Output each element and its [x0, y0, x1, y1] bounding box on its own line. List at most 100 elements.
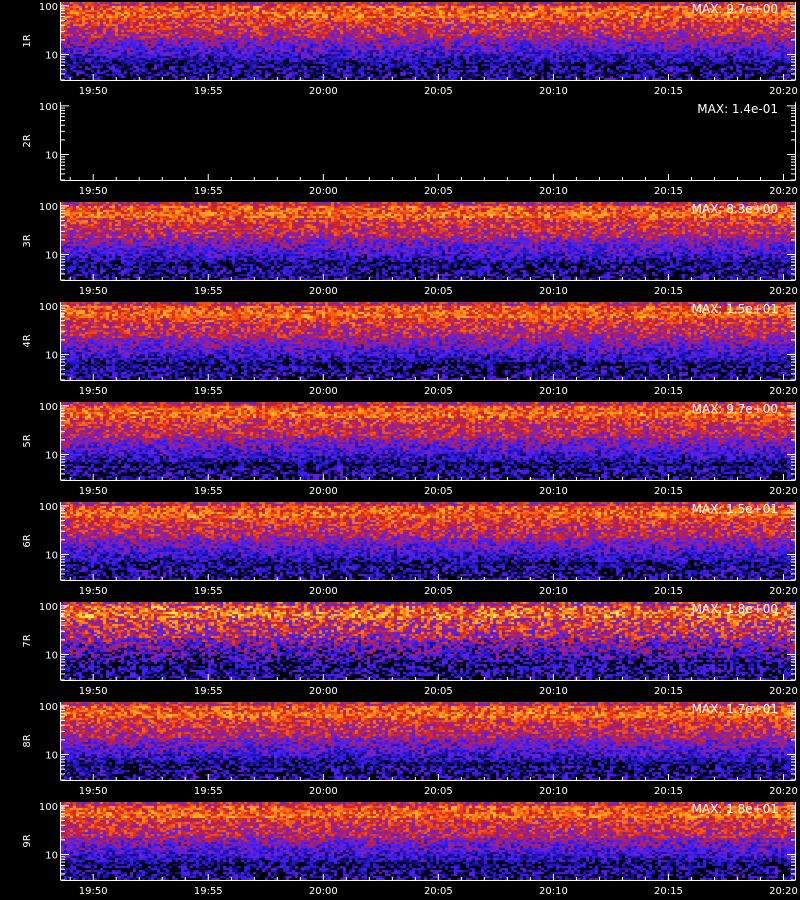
y-tick-label: 100	[39, 602, 58, 613]
x-tick-label: 20:10	[539, 786, 568, 797]
x-tick-label: 20:10	[539, 186, 568, 197]
x-tick-label: 20:05	[424, 586, 453, 597]
panel-y-label: 2R	[22, 134, 33, 147]
x-tick-label: 19:50	[79, 786, 108, 797]
max-value-label: MAX: 8.3e+00	[692, 202, 778, 216]
max-value-label: MAX: 1.8e+01	[692, 802, 778, 816]
spectrogram-panel-7R: 100 10 19:50 19:55 20:00 20:05 20:10 20:15 20:20…	[0, 600, 800, 700]
x-tick-label: 20:05	[424, 186, 453, 197]
spectrogram-panel-4R: 100 10 19:50 19:55 20:00 20:05 20:10 20:15 20:20…	[0, 300, 800, 400]
axes-frame: 100 10 19:50 19:55 20:00 20:05 20:10 20:15 20:20…	[22, 502, 798, 597]
x-tick-label: 20:00	[309, 86, 338, 97]
spectrogram-panel-6R: 100 10 19:50 19:55 20:00 20:05 20:10 20:15 20:20…	[0, 500, 800, 600]
x-tick-label: 20:00	[309, 286, 338, 297]
panel-y-label: 8R	[22, 734, 33, 747]
y-tick-label: 10	[45, 51, 58, 62]
max-value-label: MAX: 1.5e+01	[692, 302, 778, 316]
axes-frame: 100 10 19:50 19:55 20:00 20:05 20:10 20:15 20:20…	[22, 602, 798, 697]
y-tick-label: 100	[39, 702, 58, 713]
y-tick-label: 10	[45, 151, 58, 162]
x-tick-label: 20:20	[769, 386, 798, 397]
x-tick-label: 19:50	[79, 386, 108, 397]
spectrogram-panel-1R: 100 10 19:50 19:55 20:00 20:05 20:10 20:15 20:20…	[0, 0, 800, 100]
x-tick-label: 20:20	[769, 286, 798, 297]
x-tick-label: 19:50	[79, 686, 108, 697]
x-tick-label: 20:05	[424, 786, 453, 797]
x-tick-label: 20:20	[769, 186, 798, 197]
x-tick-label: 20:15	[654, 86, 683, 97]
x-tick-label: 20:00	[309, 386, 338, 397]
spectrogram-panel-2R: 100 10 19:50 19:55 20:00 20:05 20:10 20:15 20:20…	[0, 100, 800, 200]
max-value-label: MAX: 1.8e+00	[692, 602, 778, 616]
axes-frame: 100 10 19:50 19:55 20:00 20:05 20:10 20:15 20:20…	[22, 302, 798, 397]
spectrogram-panel-5R: 100 10 19:50 19:55 20:00 20:05 20:10 20:15 20:20…	[0, 400, 800, 500]
x-tick-label: 19:50	[79, 86, 108, 97]
axes-frame: 100 10 19:50 19:55 20:00 20:05 20:10 20:15 20:20…	[22, 102, 798, 197]
x-tick-label: 20:20	[769, 586, 798, 597]
axes-frame: 100 10 19:50 19:55 20:00 20:05 20:10 20:15 20:20…	[22, 2, 798, 97]
x-tick-label: 20:20	[769, 86, 798, 97]
x-tick-label: 20:00	[309, 586, 338, 597]
y-tick-label: 10	[45, 251, 58, 262]
y-tick-label: 10	[45, 851, 58, 862]
axes-frame: 100 10 19:50 19:55 20:00 20:05 20:10 20:15 20:20…	[22, 702, 798, 797]
y-tick-label: 100	[39, 202, 58, 213]
x-tick-label: 19:55	[194, 486, 223, 497]
x-tick-label: 20:10	[539, 386, 568, 397]
x-tick-label: 19:55	[194, 686, 223, 697]
x-tick-label: 20:05	[424, 686, 453, 697]
x-tick-label: 20:20	[769, 886, 798, 897]
axes-frame: 100 10 19:50 19:55 20:00 20:05 20:10 20:15 20:20…	[22, 402, 798, 497]
x-tick-label: 20:15	[654, 486, 683, 497]
panel-y-label: 4R	[22, 334, 33, 347]
panel-y-label: 9R	[22, 834, 33, 847]
spectrogram-panel-3R: 100 10 19:50 19:55 20:00 20:05 20:10 20:15 20:20…	[0, 200, 800, 300]
y-tick-label: 100	[39, 802, 58, 813]
x-tick-label: 20:20	[769, 486, 798, 497]
x-tick-label: 19:55	[194, 286, 223, 297]
x-tick-label: 20:10	[539, 286, 568, 297]
x-tick-label: 20:05	[424, 86, 453, 97]
x-tick-label: 19:55	[194, 786, 223, 797]
x-tick-label: 19:50	[79, 586, 108, 597]
max-value-label: MAX: 1.7e+01	[692, 702, 778, 716]
x-tick-label: 20:00	[309, 486, 338, 497]
x-tick-label: 20:20	[769, 786, 798, 797]
y-tick-label: 10	[45, 351, 58, 362]
x-tick-label: 19:50	[79, 886, 108, 897]
y-tick-label: 100	[39, 102, 58, 113]
max-value-label: MAX: 1.4e-01	[697, 102, 778, 116]
x-tick-label: 20:15	[654, 286, 683, 297]
y-tick-label: 100	[39, 502, 58, 513]
x-tick-label: 20:20	[769, 686, 798, 697]
panel-y-label: 7R	[22, 634, 33, 647]
x-tick-label: 20:15	[654, 886, 683, 897]
x-tick-label: 19:55	[194, 86, 223, 97]
x-tick-label: 20:15	[654, 586, 683, 597]
x-tick-label: 20:10	[539, 886, 568, 897]
x-tick-label: 20:05	[424, 886, 453, 897]
y-tick-label: 10	[45, 651, 58, 662]
x-tick-label: 19:50	[79, 286, 108, 297]
x-tick-label: 20:15	[654, 186, 683, 197]
x-tick-label: 20:00	[309, 886, 338, 897]
spectrogram-panel-9R: 100 10 19:50 19:55 20:00 20:05 20:10 20:15 20:20…	[0, 800, 800, 900]
spectrogram-stack: 100 10 19:50 19:55 20:00 20:05 20:10 20:15 20:20…	[0, 0, 800, 900]
x-tick-label: 20:00	[309, 686, 338, 697]
x-tick-label: 19:50	[79, 486, 108, 497]
panel-y-label: 1R	[22, 34, 33, 47]
x-tick-label: 19:55	[194, 386, 223, 397]
y-tick-label: 10	[45, 751, 58, 762]
max-value-label: MAX: 9.7e+00	[692, 2, 778, 16]
x-tick-label: 19:55	[194, 586, 223, 597]
panel-y-label: 6R	[22, 534, 33, 547]
x-tick-label: 19:55	[194, 886, 223, 897]
max-value-label: MAX: 1.5e+01	[692, 502, 778, 516]
axes-frame: 100 10 19:50 19:55 20:00 20:05 20:10 20:15 20:20…	[22, 202, 798, 297]
x-tick-label: 20:10	[539, 586, 568, 597]
x-tick-label: 20:15	[654, 386, 683, 397]
y-tick-label: 100	[39, 302, 58, 313]
max-value-label: MAX: 9.7e+00	[692, 402, 778, 416]
y-tick-label: 10	[45, 451, 58, 462]
y-tick-label: 100	[39, 402, 58, 413]
